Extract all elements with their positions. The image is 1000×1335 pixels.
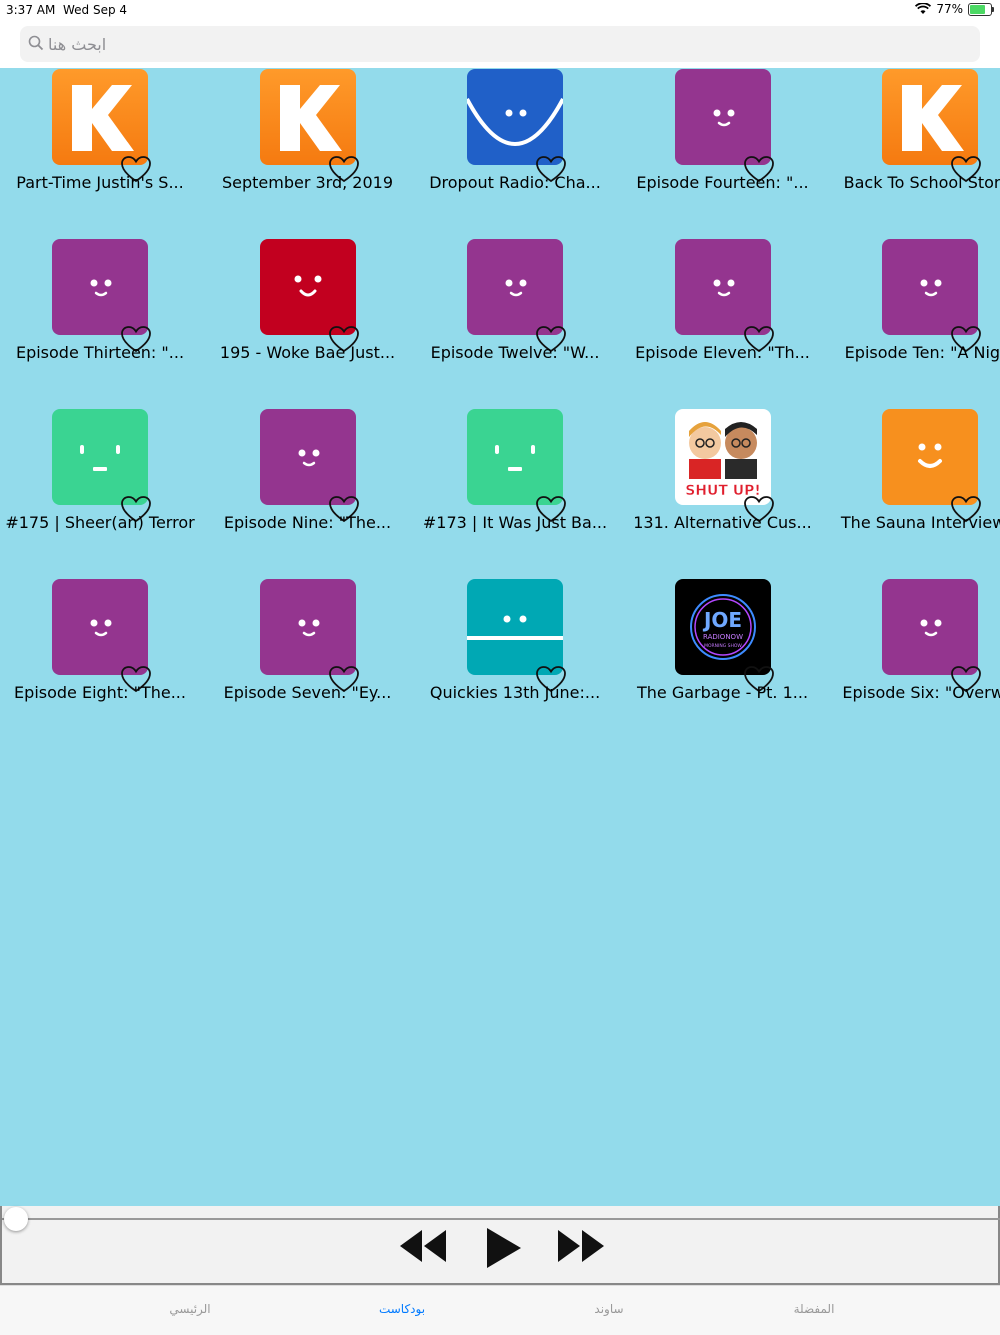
tab-bar: الرئيسي بودكاست ساوند المفضلة (0, 1285, 1000, 1335)
podcast-item[interactable]: Episode Six: "Overw... (830, 579, 1000, 749)
podcast-title: Episode Nine: "The... (223, 513, 392, 532)
podcast-artwork[interactable] (259, 409, 356, 505)
podcast-item[interactable]: #173 | It Was Just Ba... (415, 409, 615, 579)
search-input[interactable] (48, 26, 948, 62)
podcast-item[interactable]: Episode Thirteen: "... (0, 239, 200, 409)
podcast-item[interactable]: Episode Seven: "Ey... (208, 579, 408, 749)
podcast-artwork[interactable] (674, 69, 771, 165)
podcast-item[interactable]: JOE RADIONOW MORNING SHOW The Garbage - Pt.… (623, 579, 823, 749)
podcast-title: Episode Eleven: "Th... (635, 343, 810, 362)
podcast-artwork[interactable] (467, 409, 563, 505)
svg-text:RADIONOW: RADIONOW (702, 633, 742, 641)
progress-track[interactable] (2, 1218, 1000, 1220)
tab-home[interactable]: الرئيسي (130, 1302, 250, 1316)
podcast-artwork[interactable] (52, 69, 148, 165)
podcast-title: Dropout Radio: Cha... (429, 173, 601, 192)
podcast-title: Episode Thirteen: "... (15, 343, 185, 362)
podcast-artwork[interactable] (467, 239, 563, 335)
podcast-title: #173 | It Was Just Ba... (422, 513, 608, 532)
status-time: 3:37 AM (6, 3, 56, 17)
play-button[interactable] (484, 1226, 524, 1270)
podcast-title: Episode Ten: "A Nig... (844, 343, 1000, 362)
podcast-artwork[interactable] (882, 409, 978, 505)
podcast-item[interactable]: Part-Time Justin's S... (0, 69, 200, 239)
search-icon (28, 35, 44, 51)
podcast-title: Episode Fourteen: "... (636, 173, 809, 192)
search-box[interactable] (20, 26, 980, 62)
status-date: Wed Sep 4 (63, 3, 128, 17)
podcast-title: Back To School Story! (843, 173, 1000, 192)
podcast-item[interactable]: Quickies 13th June:... (415, 579, 615, 749)
podcast-artwork[interactable] (467, 579, 563, 675)
podcast-item[interactable]: Episode Nine: "The... (208, 409, 408, 579)
podcast-item[interactable]: Episode Eleven: "Th... (623, 239, 823, 409)
podcast-artwork[interactable] (882, 239, 978, 335)
podcast-item[interactable]: The Sauna Interview... (830, 409, 1000, 579)
podcast-item[interactable]: Back To School Story! (830, 69, 1000, 239)
podcast-artwork[interactable] (674, 239, 771, 335)
podcast-item[interactable]: Episode Fourteen: "... (623, 69, 823, 239)
podcast-artwork[interactable]: JOE RADIONOW MORNING SHOW (674, 579, 771, 675)
podcast-artwork[interactable] (259, 239, 356, 335)
tab-sound[interactable]: ساوند (549, 1302, 669, 1316)
progress-slider-knob[interactable] (4, 1207, 28, 1231)
battery-percent: 77% (936, 2, 963, 16)
podcast-item[interactable]: Dropout Radio: Cha... (415, 69, 615, 239)
podcast-title: The Garbage - Pt. 1... (636, 683, 809, 702)
podcast-artwork[interactable] (52, 409, 148, 505)
podcast-artwork[interactable] (467, 69, 563, 165)
tab-podcast[interactable]: بودكاست (342, 1302, 462, 1316)
podcast-artwork[interactable]: SHUT UP! (674, 409, 771, 505)
podcast-item[interactable]: Episode Eight: "The... (0, 579, 200, 749)
podcast-title: Part-Time Justin's S... (16, 173, 184, 192)
podcast-title: Episode Six: "Overw... (842, 683, 1000, 702)
podcast-artwork[interactable] (259, 579, 356, 675)
podcast-title: Episode Twelve: "W... (430, 343, 600, 362)
wifi-icon (915, 3, 932, 14)
podcast-artwork[interactable] (882, 579, 978, 675)
podcast-title: September 3rd, 2019 (221, 173, 394, 192)
rewind-button[interactable] (398, 1226, 448, 1266)
svg-text:MORNING SHOW: MORNING SHOW (704, 643, 742, 649)
joe-logo-text: JOE (701, 608, 741, 632)
podcast-title: Quickies 13th June:... (429, 683, 601, 702)
podcast-item[interactable]: 195 - Woke Bae Just... (208, 239, 408, 409)
podcast-title: #175 | Sheer(an) Terror (5, 513, 195, 532)
search-bar (0, 20, 1000, 68)
podcast-title: The Sauna Interview... (840, 513, 1000, 532)
status-bar: 3:37 AM Wed Sep 4 77% (0, 0, 1000, 20)
podcast-item[interactable]: September 3rd, 2019 (208, 69, 408, 239)
podcast-artwork[interactable] (52, 579, 148, 675)
status-right: 77% (915, 2, 994, 16)
podcast-title: Episode Eight: "The... (14, 683, 186, 702)
audio-player (0, 1206, 1000, 1285)
tab-favorites[interactable]: المفضلة (754, 1302, 874, 1316)
podcast-artwork[interactable] (259, 69, 356, 165)
battery-icon (968, 2, 994, 16)
podcast-item[interactable]: #175 | Sheer(an) Terror (0, 409, 200, 579)
fast-forward-button[interactable] (556, 1226, 606, 1266)
podcast-title: 195 - Woke Bae Just... (219, 343, 396, 362)
podcast-title: 131. Alternative Cus... (633, 513, 812, 532)
podcast-artwork[interactable] (52, 239, 148, 335)
podcast-item[interactable]: SHUT UP! 131. Alternative Cus... (623, 409, 823, 579)
podcast-item[interactable]: Episode Ten: "A Nig... (830, 239, 1000, 409)
podcast-title: Episode Seven: "Ey... (223, 683, 392, 702)
podcast-item[interactable]: Episode Twelve: "W... (415, 239, 615, 409)
podcast-artwork[interactable] (882, 69, 978, 165)
